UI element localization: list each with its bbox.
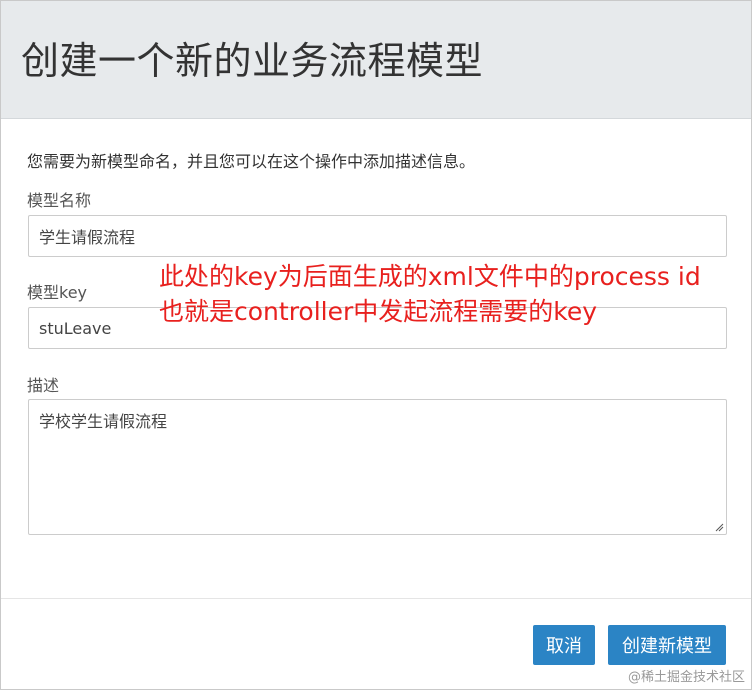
create-model-dialog: 创建一个新的业务流程模型 您需要为新模型命名，并且您可以在这个操作中添加描述信息…	[0, 0, 752, 690]
description-textarea[interactable]: 学校学生请假流程	[28, 399, 727, 535]
model-name-label: 模型名称	[27, 191, 92, 210]
create-model-button[interactable]: 创建新模型	[608, 625, 726, 665]
annotation-line-1: 此处的key为后面生成的xml文件中的process id	[159, 262, 701, 291]
dialog-header: 创建一个新的业务流程模型	[1, 1, 751, 119]
watermark-text: @稀土掘金技术社区	[627, 670, 745, 685]
footer-divider	[1, 598, 751, 599]
description-label: 描述	[27, 376, 60, 395]
model-name-input[interactable]	[28, 215, 727, 257]
cancel-button[interactable]: 取消	[533, 625, 595, 665]
annotation-line-2: 也就是controller中发起流程需要的key	[159, 297, 598, 326]
dialog-title: 创建一个新的业务流程模型	[21, 39, 484, 83]
resize-grip-icon[interactable]	[715, 523, 724, 532]
dialog-intro-text: 您需要为新模型命名，并且您可以在这个操作中添加描述信息。	[27, 152, 476, 171]
model-key-label: 模型key	[27, 283, 88, 302]
